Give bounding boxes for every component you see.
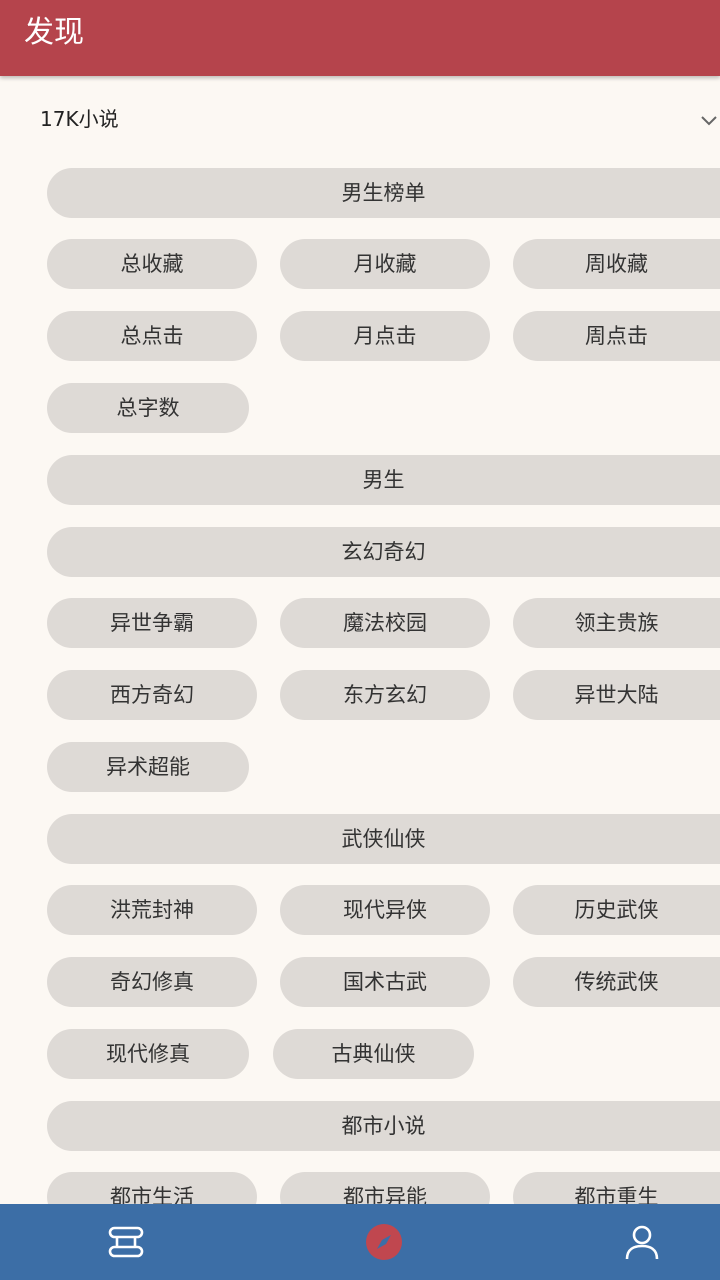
- chevron-down-icon: [701, 116, 717, 126]
- tag-button[interactable]: 异世大陆: [513, 670, 720, 720]
- source-selector[interactable]: 17K小说: [0, 76, 720, 166]
- tag-button[interactable]: 魔法校园: [280, 598, 490, 648]
- tag-button[interactable]: 领主贵族: [513, 598, 720, 648]
- person-icon[interactable]: [622, 1222, 662, 1262]
- section-header-urban[interactable]: 都市小说: [47, 1101, 720, 1151]
- tag-button[interactable]: 现代异侠: [280, 885, 490, 935]
- tag-button[interactable]: 月收藏: [280, 239, 490, 289]
- tag-button[interactable]: 洪荒封神: [47, 885, 257, 935]
- tag-button[interactable]: 现代修真: [47, 1029, 249, 1079]
- tag-button[interactable]: 周点击: [513, 311, 720, 361]
- source-label: 17K小说: [40, 107, 119, 131]
- bottom-nav: [0, 1204, 720, 1280]
- section-header-fantasy[interactable]: 玄幻奇幻: [47, 527, 720, 577]
- bookshelf-icon[interactable]: [106, 1222, 146, 1262]
- tag-button[interactable]: 东方玄幻: [280, 670, 490, 720]
- page-title: 发现: [24, 15, 84, 50]
- tag-button[interactable]: 总字数: [47, 383, 249, 433]
- tag-button[interactable]: 总点击: [47, 311, 257, 361]
- tag-button[interactable]: 都市重生: [513, 1172, 720, 1204]
- tag-button[interactable]: 周收藏: [513, 239, 720, 289]
- discover-content: 男生榜单 总收藏 月收藏 周收藏 总点击 月点击 周点击 总字数 男生 玄幻奇幻…: [0, 166, 720, 1204]
- tag-button[interactable]: 古典仙侠: [273, 1029, 474, 1079]
- tag-button[interactable]: 国术古武: [280, 957, 490, 1007]
- tag-button[interactable]: 异术超能: [47, 742, 249, 792]
- tag-button[interactable]: 都市异能: [280, 1172, 490, 1204]
- tag-button[interactable]: 西方奇幻: [47, 670, 257, 720]
- tag-button[interactable]: 传统武侠: [513, 957, 720, 1007]
- section-header-male-ranking[interactable]: 男生榜单: [47, 168, 720, 218]
- section-header-male[interactable]: 男生: [47, 455, 720, 505]
- tag-button[interactable]: 总收藏: [47, 239, 257, 289]
- tag-button[interactable]: 都市生活: [47, 1172, 257, 1204]
- section-header-wuxia[interactable]: 武侠仙侠: [47, 814, 720, 864]
- app-bar: 发现: [0, 0, 720, 76]
- tag-button[interactable]: 历史武侠: [513, 885, 720, 935]
- tag-button[interactable]: 月点击: [280, 311, 490, 361]
- tag-button[interactable]: 奇幻修真: [47, 957, 257, 1007]
- compass-icon[interactable]: [364, 1222, 404, 1262]
- tag-button[interactable]: 异世争霸: [47, 598, 257, 648]
